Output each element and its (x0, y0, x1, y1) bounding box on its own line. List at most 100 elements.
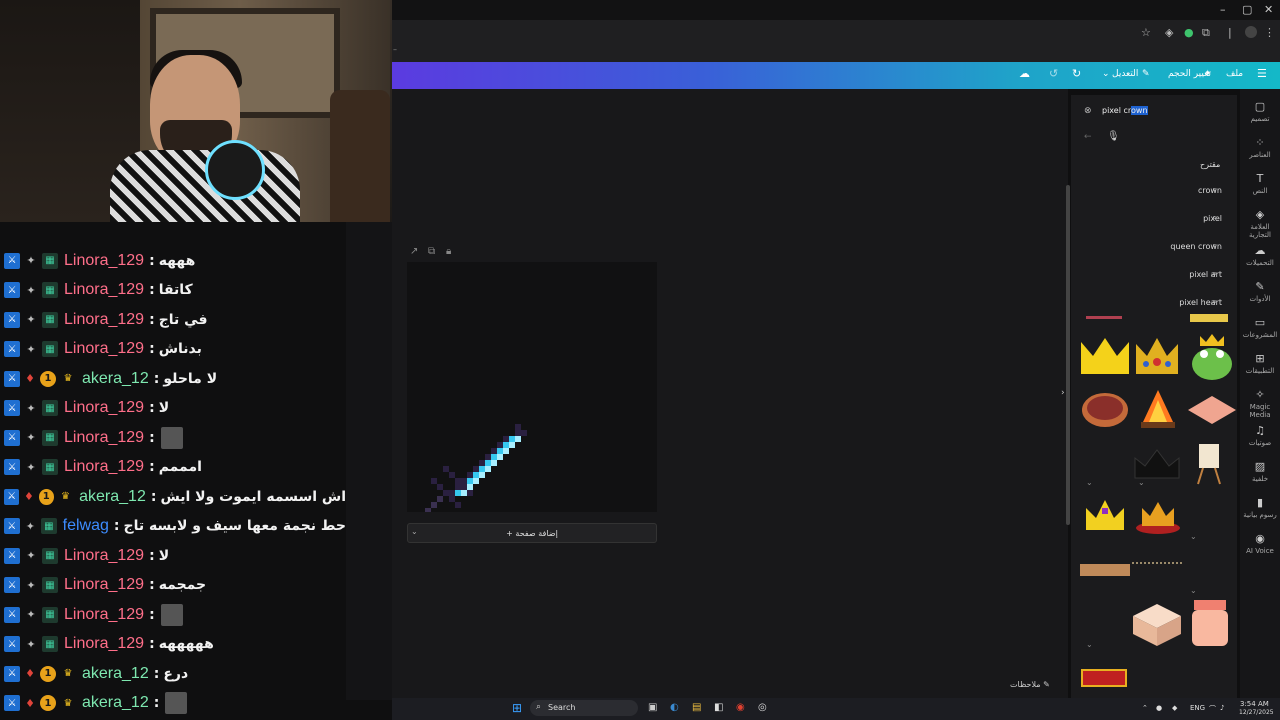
notes-button[interactable]: ملاحظات ✎ (1010, 680, 1050, 689)
file-explorer-icon[interactable]: ▤ (692, 702, 701, 713)
bookmark-star-icon[interactable]: ☆ (1141, 26, 1151, 39)
store-icon[interactable]: ◧ (714, 702, 723, 713)
chat-username[interactable]: Linora_129 (64, 458, 144, 476)
chat-username[interactable]: Linora_129 (64, 635, 144, 653)
rail-brand[interactable]: ◈ العلامة التجارية (1240, 208, 1280, 239)
rail-layout[interactable]: ▢ تصميم (1240, 100, 1280, 123)
search-input[interactable]: pixel crown (1102, 106, 1148, 115)
extension-green-icon[interactable]: ● (1184, 26, 1194, 39)
rail-text[interactable]: T النص (1240, 172, 1280, 195)
chat-username[interactable]: felwag (63, 517, 109, 535)
puzzle-icon[interactable]: ⧉ (1202, 26, 1210, 40)
jeweled-crown-thumb[interactable] (1132, 334, 1182, 378)
frog-prince-thumb[interactable] (1188, 332, 1236, 382)
more-options-icon[interactable]: ⌄ (1190, 586, 1197, 595)
profile-avatar[interactable] (1245, 26, 1257, 38)
rail-background[interactable]: ▨ خلفية (1240, 460, 1280, 483)
chat-username[interactable]: Linora_129 (64, 281, 144, 299)
more-menu-icon[interactable]: ⋮ (1264, 26, 1275, 39)
wood-plank-thumb[interactable] (1080, 564, 1130, 576)
share-page-icon[interactable]: ↗ (410, 246, 418, 257)
panel-collapse-icon[interactable]: › (1061, 388, 1065, 398)
taskbar-search-label: Search (548, 703, 576, 712)
chat-username[interactable]: Linora_129 (64, 399, 144, 417)
tile-thumb[interactable] (1186, 394, 1238, 428)
undo-icon[interactable]: ↺ (1049, 67, 1058, 80)
edit-mode-button[interactable]: التعديل (1112, 69, 1138, 79)
rail-uploads[interactable]: ☁ التحميلات (1240, 244, 1280, 267)
tray-chevron-icon[interactable]: ⌃ (1142, 704, 1148, 712)
rail-projects[interactable]: ▭ المشروعات (1240, 316, 1280, 339)
chat-username[interactable]: Linora_129 (64, 429, 144, 447)
lock-icon[interactable]: 🔒︎ (446, 246, 451, 257)
rail-apps[interactable]: ⊞ التطبيقات (1240, 352, 1280, 375)
design-page[interactable] (407, 262, 657, 512)
minimize-icon[interactable]: – (1220, 3, 1226, 16)
chat-username[interactable]: Linora_129 (64, 606, 144, 624)
taskbar-search[interactable]: Search (530, 700, 638, 716)
file-menu[interactable]: ملف (1226, 69, 1243, 79)
input-language[interactable]: ENG (1190, 704, 1205, 712)
wifi-icon[interactable]: ⌒ (1209, 704, 1216, 714)
result-thumb[interactable] (1086, 316, 1122, 319)
obs-icon[interactable]: ◎ (758, 702, 767, 713)
more-options-icon[interactable]: ⌄ (1086, 478, 1093, 487)
chat-username[interactable]: Linora_129 (64, 547, 144, 565)
tray-app-icon[interactable]: ● (1156, 704, 1162, 712)
task-view-icon[interactable]: ▣ (648, 702, 657, 713)
chat-username[interactable]: akera_12 (82, 694, 149, 712)
volume-icon[interactable]: ♪ (1220, 704, 1224, 712)
maximize-icon[interactable]: ▢ (1242, 3, 1252, 16)
tray-app-icon[interactable]: ◆ (1172, 704, 1177, 712)
chevron-down-icon[interactable]: ⌄ (1102, 69, 1110, 79)
chat-username[interactable]: akera_12 (79, 488, 146, 506)
rail-audio[interactable]: ♫ صوتيات (1240, 424, 1280, 447)
banner-thumb[interactable] (1081, 669, 1127, 687)
chrome-icon[interactable]: ◉ (736, 702, 745, 713)
rail-charts[interactable]: ▮ رسوم بيانية (1240, 496, 1280, 519)
pixel-crown-thumb[interactable] (1080, 496, 1130, 536)
windows-start-icon[interactable]: ⊞ (512, 701, 522, 715)
extension-icon[interactable]: ◈ (1165, 26, 1173, 39)
close-icon[interactable]: ✕ (1264, 3, 1273, 16)
chat-username[interactable]: Linora_129 (64, 311, 144, 329)
panel-scrollbar[interactable] (1066, 185, 1070, 525)
box-thumb[interactable] (1131, 600, 1183, 648)
more-options-icon[interactable]: ⌄ (1138, 478, 1145, 487)
duplicate-page-icon[interactable]: ⧉ (428, 246, 435, 257)
edge-icon[interactable]: ◐ (670, 702, 679, 713)
more-options-icon[interactable]: ⌄ (1086, 640, 1093, 649)
chat-username[interactable]: Linora_129 (64, 576, 144, 594)
rail-ai-voice[interactable]: ◉ AI Voice (1240, 532, 1280, 555)
result-thumb[interactable] (1190, 314, 1228, 322)
collapse-pages-icon[interactable]: ⌄ (411, 527, 418, 536)
garland-thumb[interactable] (1132, 562, 1182, 576)
clock-time[interactable]: 3:54 AM (1240, 700, 1269, 708)
redo-icon[interactable]: ↻ (1072, 67, 1081, 80)
chat-username[interactable]: akera_12 (82, 665, 149, 683)
gold-crown-thumb[interactable] (1079, 336, 1131, 376)
rail-draw[interactable]: ✎ الأدوات (1240, 280, 1280, 303)
pie-thumb[interactable] (1080, 390, 1130, 430)
clear-search-icon[interactable]: ⊗ (1084, 106, 1092, 116)
rail-magic-media[interactable]: ✧ Magic Media (1240, 388, 1280, 419)
chat-username[interactable]: Linora_129 (64, 252, 144, 270)
easel-thumb[interactable] (1195, 440, 1225, 486)
jar-thumb[interactable] (1188, 596, 1232, 650)
suggestion-item[interactable]: pixel art (1189, 270, 1222, 279)
clock-date[interactable]: 12/27/2025 (1239, 709, 1274, 716)
microphone-icon[interactable]: 🎙︎ (1107, 131, 1120, 142)
royal-crown-thumb[interactable] (1134, 496, 1182, 536)
hamburger-icon[interactable]: ☰ (1257, 67, 1267, 80)
back-arrow-icon[interactable]: ← (1084, 132, 1092, 142)
campfire-thumb[interactable] (1133, 388, 1183, 432)
suggestion-item[interactable]: crown (1198, 186, 1222, 195)
chat-username[interactable]: Linora_129 (64, 340, 144, 358)
pixel-crown-outline-thumb[interactable] (1131, 446, 1183, 482)
chat-username[interactable]: akera_12 (82, 370, 149, 388)
pixel-sword-icon[interactable] (407, 262, 657, 512)
rail-elements[interactable]: ⁘ العناصر (1240, 136, 1280, 159)
cloud-save-icon[interactable]: ☁ (1019, 67, 1030, 80)
more-options-icon[interactable]: ⌄ (1190, 532, 1197, 541)
add-page-button[interactable]: + إضافة صفحة (407, 523, 657, 543)
